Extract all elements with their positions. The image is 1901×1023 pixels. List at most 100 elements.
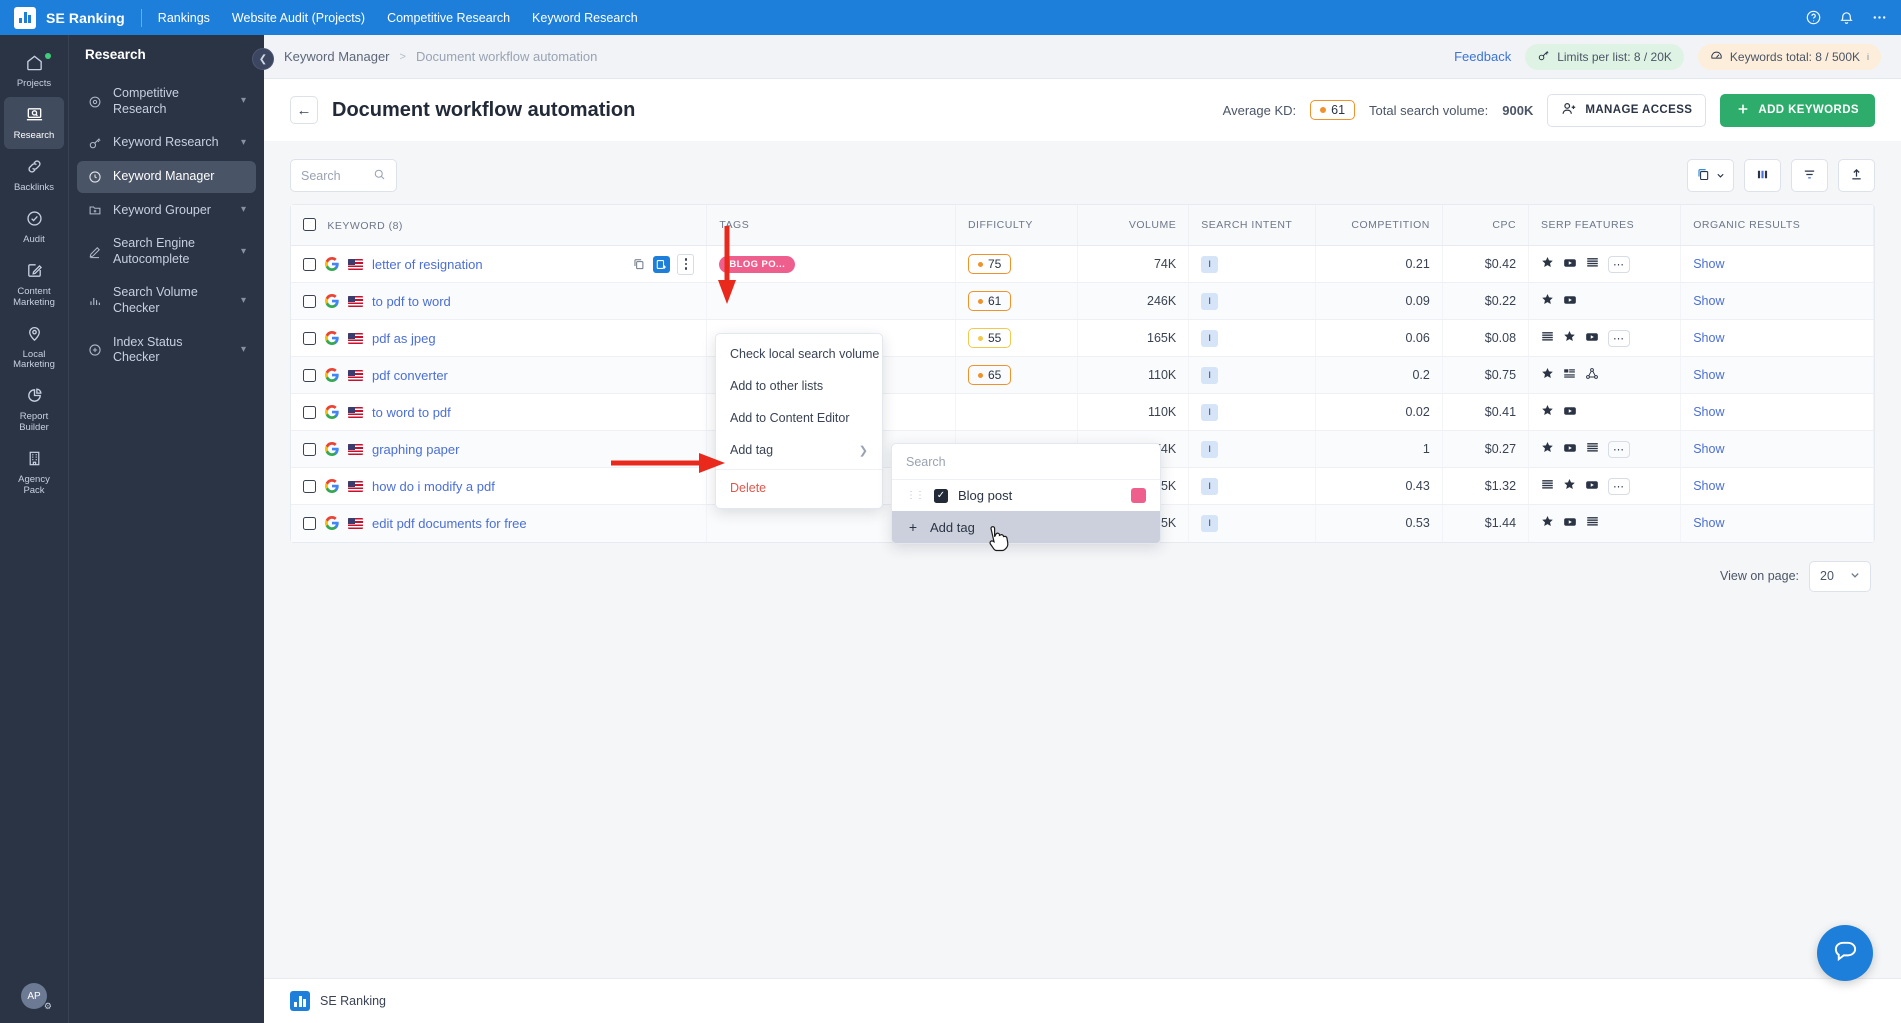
top-nav-competitive-research[interactable]: Competitive Research xyxy=(387,11,510,25)
rail-item-projects[interactable]: Projects xyxy=(4,45,64,97)
table-row[interactable]: to word to pdf 110K I 0.02 $0.41 Show xyxy=(291,393,1874,431)
row-checkbox[interactable] xyxy=(303,516,316,530)
row-checkbox[interactable] xyxy=(303,405,316,419)
intent-badge[interactable]: I xyxy=(1201,255,1219,273)
chat-bubble-button[interactable] xyxy=(1817,925,1873,981)
column-cpc[interactable]: CPC xyxy=(1442,205,1530,246)
intent-badge[interactable]: I xyxy=(1201,329,1219,347)
table-row[interactable]: to pdf to word 61 246K I 0.09 $0.22 Show xyxy=(291,282,1874,320)
intent-badge[interactable]: I xyxy=(1201,477,1219,495)
keyword-link[interactable]: to word to pdf xyxy=(372,405,451,420)
show-organic-results-link[interactable]: Show xyxy=(1693,405,1724,419)
context-menu-item-add-tag[interactable]: Add tag ❯ xyxy=(716,434,882,466)
tag-search-box[interactable] xyxy=(892,444,1160,480)
rail-item-local-marketing[interactable]: Local Marketing xyxy=(4,316,64,379)
top-nav-keyword-research[interactable]: Keyword Research xyxy=(532,11,638,25)
show-organic-results-link[interactable]: Show xyxy=(1693,368,1724,382)
intent-badge[interactable]: I xyxy=(1201,440,1219,458)
bell-icon[interactable] xyxy=(1839,10,1854,25)
copy-keyword-icon[interactable] xyxy=(632,257,646,271)
rail-item-backlinks[interactable]: Backlinks xyxy=(4,149,64,201)
column-difficulty[interactable]: DIFFICULTY xyxy=(955,205,1078,246)
show-organic-results-link[interactable]: Show xyxy=(1693,479,1724,493)
context-menu-item-add-to-content-editor[interactable]: Add to Content Editor xyxy=(716,402,882,434)
sidebar-item-keyword-research[interactable]: Keyword Research ▾ xyxy=(77,127,256,159)
row-checkbox[interactable] xyxy=(303,294,316,308)
sidebar-item-competitive-research[interactable]: Competitive Research ▾ xyxy=(77,78,256,125)
top-nav-website-audit[interactable]: Website Audit (Projects) xyxy=(232,11,365,25)
columns-button[interactable] xyxy=(1744,159,1781,192)
keyword-link[interactable]: pdf as jpeg xyxy=(372,331,436,346)
select-all-checkbox[interactable] xyxy=(303,218,316,231)
tag-color-swatch[interactable] xyxy=(1131,488,1146,503)
keyword-link[interactable]: pdf converter xyxy=(372,368,448,383)
page-size-select[interactable]: 20 xyxy=(1809,560,1871,592)
tag-option-blog-post[interactable]: ⋮⋮ ✓ Blog post xyxy=(892,480,1160,511)
chevron-down-icon[interactable]: ▾ xyxy=(241,204,246,217)
keyword-link[interactable]: to pdf to word xyxy=(372,294,451,309)
show-organic-results-link[interactable]: Show xyxy=(1693,294,1724,308)
back-button[interactable]: ← xyxy=(290,96,318,124)
show-organic-results-link[interactable]: Show xyxy=(1693,331,1724,345)
keywords-total-info[interactable]: i xyxy=(1867,52,1869,62)
column-keyword[interactable]: KEYWORD (8) xyxy=(291,205,708,246)
row-checkbox[interactable] xyxy=(303,479,316,493)
user-avatar-area[interactable]: AP ⚙ xyxy=(21,983,52,1011)
add-keywords-button[interactable]: ADD KEYWORDS xyxy=(1720,93,1875,127)
rail-item-report-builder[interactable]: Report Builder xyxy=(4,378,64,441)
show-organic-results-link[interactable]: Show xyxy=(1693,257,1724,271)
sidebar-item-search-volume-checker[interactable]: Search Volume Checker ▾ xyxy=(77,277,256,324)
show-organic-results-link[interactable]: Show xyxy=(1693,442,1724,456)
row-checkbox[interactable] xyxy=(303,257,316,271)
export-button[interactable] xyxy=(1838,159,1875,192)
help-icon[interactable] xyxy=(1806,10,1821,25)
row-checkbox[interactable] xyxy=(303,331,316,345)
table-row[interactable]: pdf as jpeg 55 165K I 0.06 $0.08 ⋯ Show xyxy=(291,319,1874,357)
manage-access-button[interactable]: MANAGE ACCESS xyxy=(1547,93,1707,127)
search-input[interactable] xyxy=(301,168,367,183)
sidebar-item-keyword-manager[interactable]: Keyword Manager xyxy=(77,160,256,193)
feedback-link[interactable]: Feedback xyxy=(1454,49,1511,64)
filter-button[interactable] xyxy=(1791,159,1828,192)
context-menu-item-add-to-other-lists[interactable]: Add to other lists xyxy=(716,370,882,402)
copy-to-list-button[interactable] xyxy=(1687,159,1734,192)
table-row[interactable]: pdf converter 65 110K I 0.2 $0.75 Show xyxy=(291,356,1874,394)
add-tag-button[interactable]: + Add tag xyxy=(892,511,1160,543)
column-volume[interactable]: VOLUME xyxy=(1077,205,1190,246)
intent-badge[interactable]: I xyxy=(1201,292,1219,310)
search-icon[interactable] xyxy=(373,168,386,184)
row-checkbox[interactable] xyxy=(303,368,316,382)
column-search-intent[interactable]: SEARCH INTENT xyxy=(1188,205,1317,246)
show-organic-results-link[interactable]: Show xyxy=(1693,516,1724,530)
context-menu-item-delete[interactable]: Delete xyxy=(716,469,882,504)
breadcrumb-parent[interactable]: Keyword Manager xyxy=(284,49,390,64)
chevron-down-icon[interactable]: ▾ xyxy=(241,344,246,357)
row-menu-button[interactable] xyxy=(677,253,695,275)
column-competition[interactable]: COMPETITION xyxy=(1315,205,1443,246)
keyword-link[interactable]: edit pdf documents for free xyxy=(372,516,527,531)
keyword-link[interactable]: graphing paper xyxy=(372,442,459,457)
context-menu-item-check-local-search-volume[interactable]: Check local search volume xyxy=(716,338,882,370)
chevron-down-icon[interactable]: ▾ xyxy=(241,246,246,259)
intent-badge[interactable]: I xyxy=(1201,403,1219,421)
sidebar-item-search-engine-autocomplete[interactable]: Search Engine Autocomplete ▾ xyxy=(77,228,256,275)
add-to-content-editor-icon[interactable] xyxy=(653,255,671,273)
sidebar-collapse-button[interactable]: ❮ xyxy=(252,48,274,70)
column-tags[interactable]: TAGS xyxy=(706,205,956,246)
intent-badge[interactable]: I xyxy=(1201,514,1219,532)
search-box[interactable] xyxy=(290,159,397,192)
keyword-link[interactable]: letter of resignation xyxy=(372,257,483,272)
tag-badge[interactable]: BLOG PO... xyxy=(719,255,796,273)
top-nav-rankings[interactable]: Rankings xyxy=(158,11,210,25)
sidebar-item-index-status-checker[interactable]: Index Status Checker ▾ xyxy=(77,327,256,374)
ellipsis-icon[interactable] xyxy=(1872,10,1887,25)
rail-item-audit[interactable]: Audit xyxy=(4,201,64,253)
table-row[interactable]: letter of resignation BLOG PO... 75 74K … xyxy=(291,245,1874,283)
rail-item-content-marketing[interactable]: Content Marketing xyxy=(4,253,64,316)
rail-item-agency-pack[interactable]: Agency Pack xyxy=(4,441,64,504)
row-checkbox[interactable] xyxy=(303,442,316,456)
keyword-link[interactable]: how do i modify a pdf xyxy=(372,479,495,494)
tag-checkbox[interactable]: ✓ xyxy=(934,488,948,503)
avatar[interactable]: AP ⚙ xyxy=(21,983,52,1011)
column-serp-features[interactable]: SERP FEATURES xyxy=(1528,205,1682,246)
